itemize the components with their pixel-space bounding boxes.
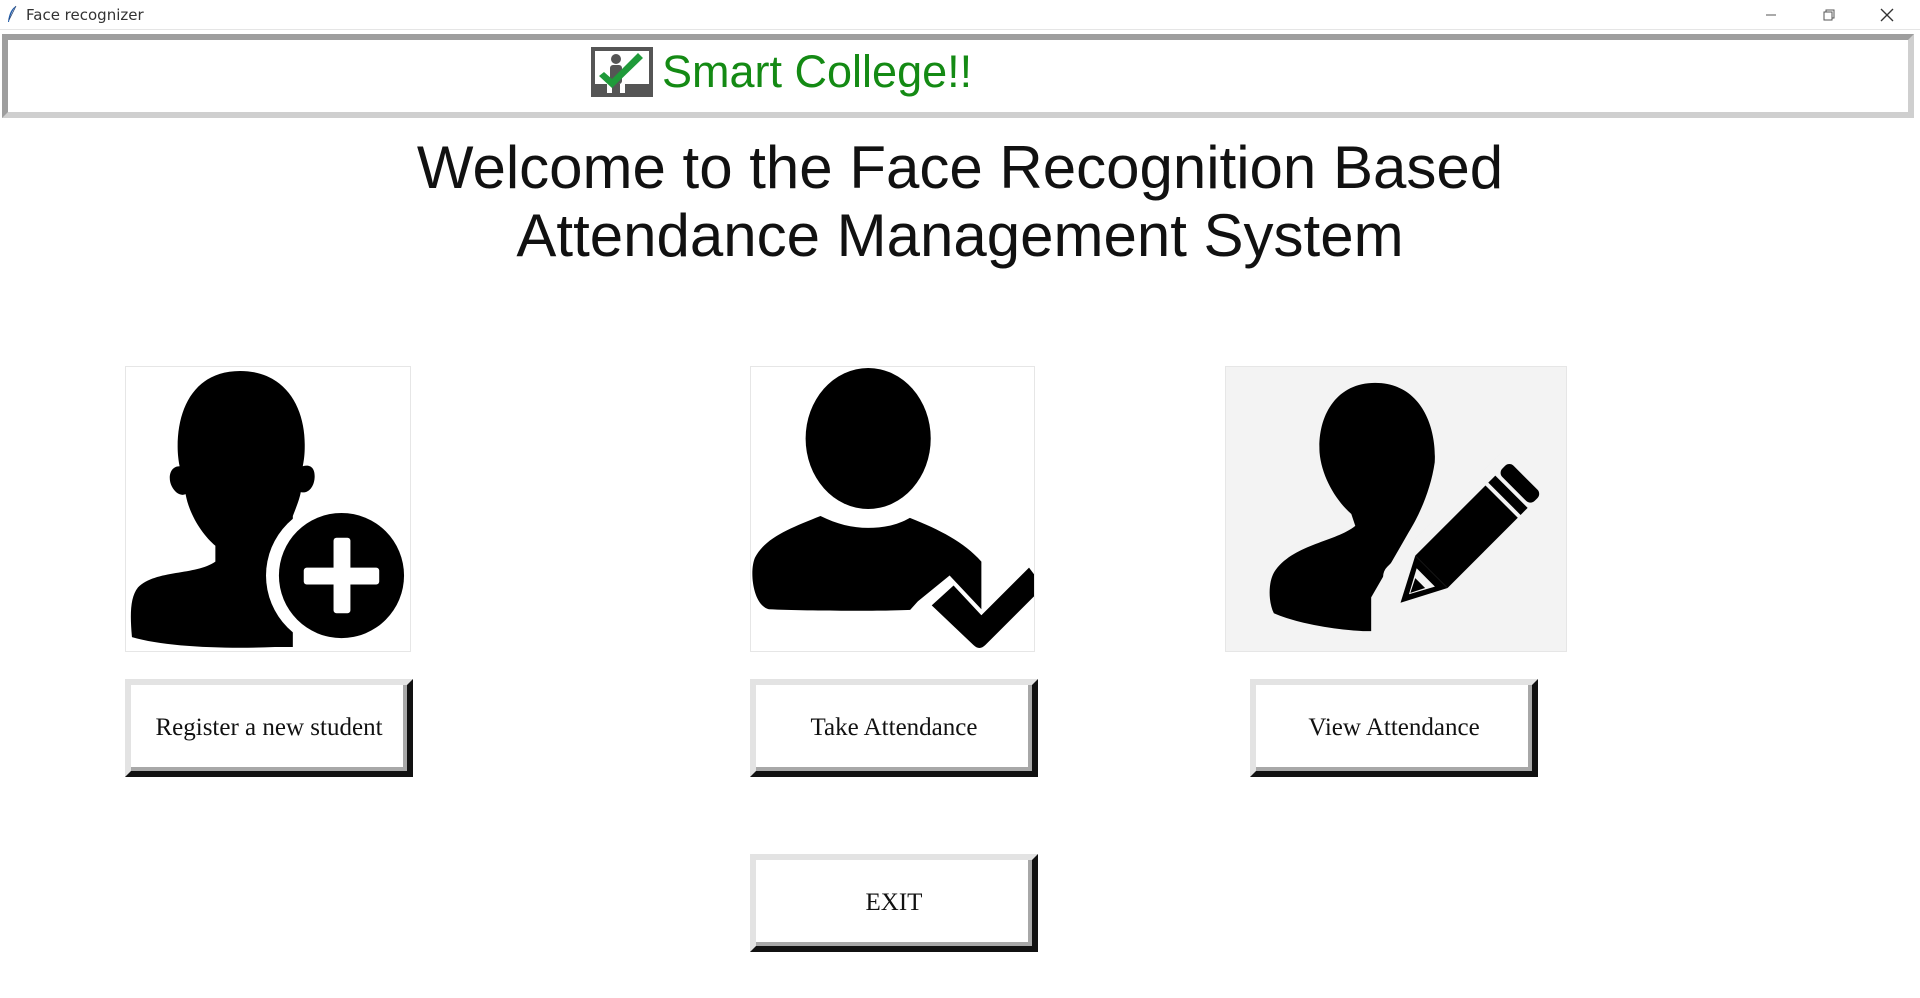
close-button[interactable] <box>1858 0 1916 29</box>
take-attendance-image <box>750 366 1035 652</box>
close-icon <box>1880 8 1894 21</box>
register-student-button[interactable]: Register a new student <box>125 679 413 777</box>
app-brand-title: Smart College!! <box>662 46 973 97</box>
page-title-line-1: Welcome to the Face Recognition Based <box>416 134 1504 201</box>
view-attendance-button[interactable]: View Attendance <box>1250 679 1538 777</box>
user-check-icon <box>752 367 1034 651</box>
app-window: Face recognizer Smart College!! Welcome … <box>0 0 1920 998</box>
exit-button[interactable]: EXIT <box>750 854 1038 952</box>
register-student-image <box>125 366 411 652</box>
header-banner: Smart College!! <box>2 34 1914 118</box>
banner-content: Smart College!! <box>590 46 972 98</box>
minimize-icon <box>1766 14 1776 15</box>
view-attendance-label: View Attendance <box>1308 714 1480 741</box>
feather-icon <box>8 5 17 22</box>
exit-label: EXIT <box>865 889 923 916</box>
register-student-label: Register a new student <box>155 714 383 741</box>
user-edit-icon <box>1269 382 1555 632</box>
title-bar: Face recognizer <box>0 0 1920 30</box>
restore-icon <box>1823 9 1835 20</box>
page-title-line-2: Attendance Management System <box>516 202 1404 269</box>
take-attendance-label: Take Attendance <box>810 714 978 741</box>
attendance-board-check-icon <box>591 47 653 97</box>
page-title: Welcome to the Face Recognition Based At… <box>0 134 1920 270</box>
minimize-button[interactable] <box>1742 0 1800 29</box>
window-title: Face recognizer <box>26 6 144 24</box>
user-add-icon <box>130 370 410 649</box>
take-attendance-button[interactable]: Take Attendance <box>750 679 1038 777</box>
restore-button[interactable] <box>1800 0 1858 29</box>
view-attendance-image <box>1225 366 1567 652</box>
